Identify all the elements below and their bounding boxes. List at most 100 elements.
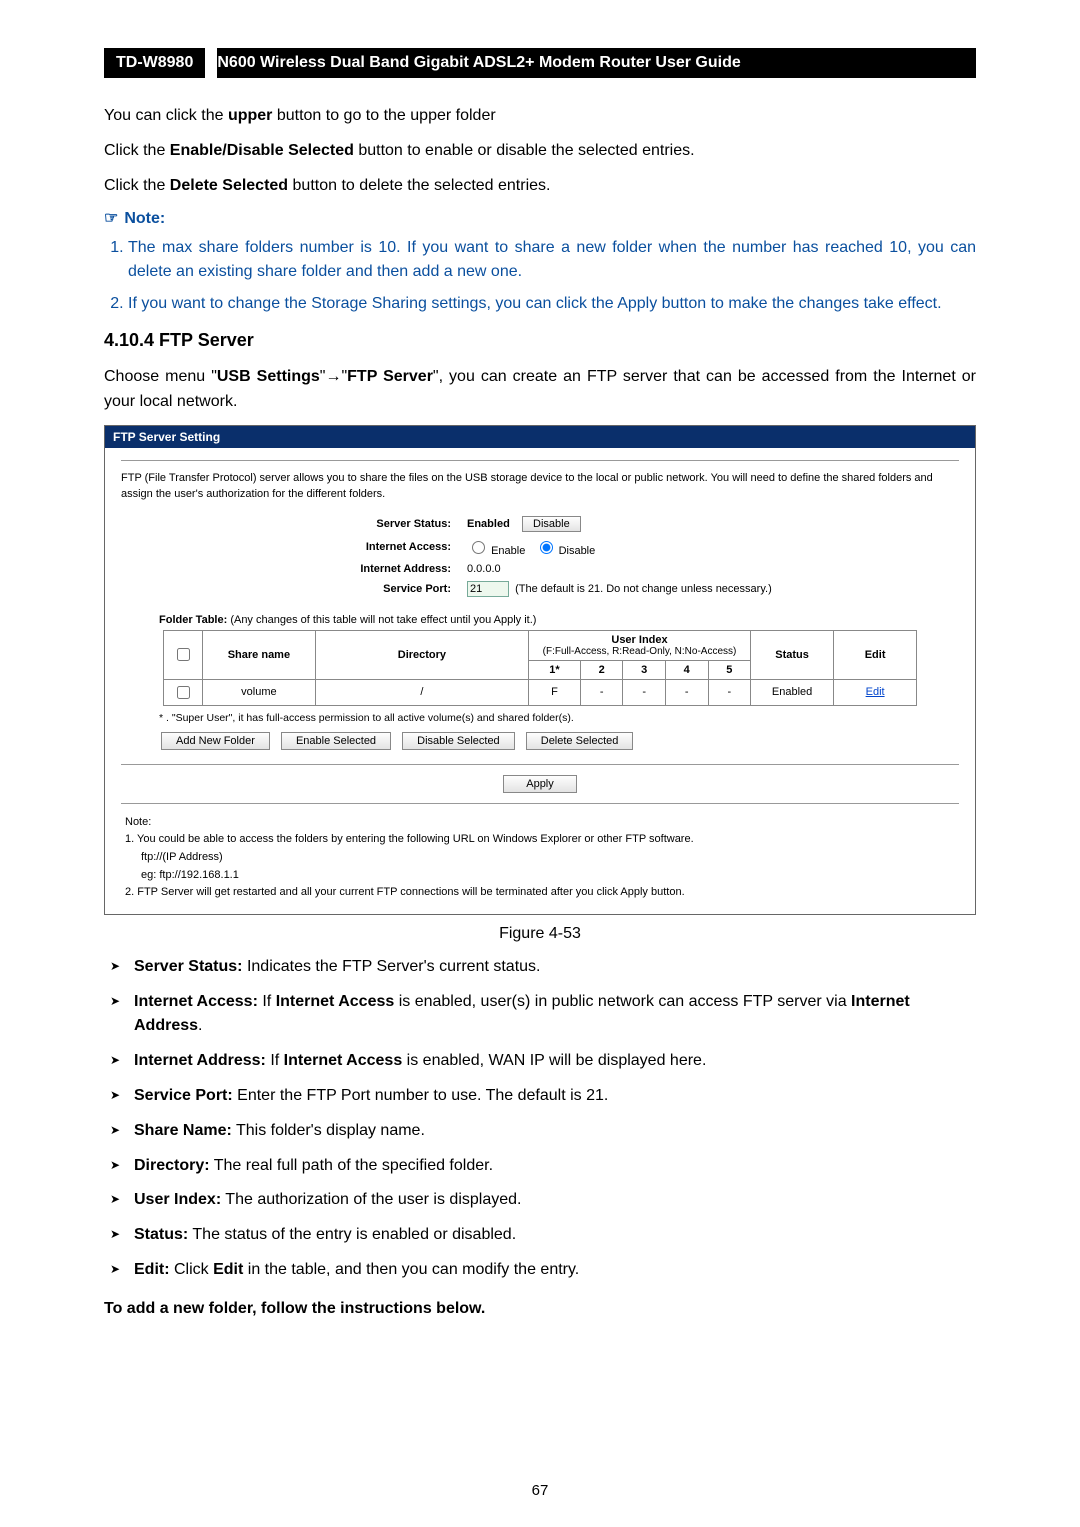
col-3: 3 — [623, 660, 666, 679]
bold-text: Status: — [134, 1226, 188, 1243]
user4-cell: - — [665, 679, 708, 705]
text: If — [258, 993, 276, 1010]
text: Indicates the FTP Server's current statu… — [243, 958, 541, 975]
folder-table-title: Folder Table: (Any changes of this table… — [159, 614, 959, 626]
text: Enable — [491, 545, 525, 557]
user2-cell: - — [580, 679, 623, 705]
bold-text: Delete Selected — [170, 177, 288, 194]
bullet-server-status: Server Status: Indicates the FTP Server'… — [134, 955, 976, 980]
enable-radio-label[interactable]: Enable — [467, 545, 525, 557]
note-1a: ftp://(IP Address) — [141, 849, 959, 867]
note-list: The max share folders number is 10. If y… — [104, 236, 976, 316]
note-1b: eg: ftp://192.168.1.1 — [141, 867, 959, 885]
note-1: 1. You could be able to access the folde… — [125, 831, 959, 849]
ftp-settings-panel: FTP Server Setting FTP (File Transfer Pr… — [104, 425, 976, 915]
user1-cell: F — [528, 679, 580, 705]
note-item-2: If you want to change the Storage Sharin… — [128, 292, 976, 316]
share-header: Share name — [202, 630, 315, 679]
text: User Index — [535, 634, 744, 646]
bold-text: Edit: — [134, 1261, 170, 1278]
text: Click the — [104, 142, 170, 159]
section-paragraph: Choose menu "USB Settings"→"FTP Server",… — [104, 365, 976, 415]
pointing-hand-icon: ☞ — [104, 210, 118, 227]
notes-heading: Note: — [125, 814, 959, 832]
add-new-folder-button[interactable]: Add New Folder — [161, 732, 270, 750]
text: in the table, and then you can modify th… — [243, 1261, 579, 1278]
row-checkbox[interactable] — [177, 686, 190, 699]
enable-radio[interactable] — [472, 541, 485, 554]
figure-caption: Figure 4-53 — [104, 925, 976, 943]
service-port-label: Service Port: — [341, 578, 459, 600]
text: The status of the entry is enabled or di… — [188, 1226, 516, 1243]
delete-selected-button[interactable]: Delete Selected — [526, 732, 634, 750]
bullet-user-index: User Index: The authorization of the use… — [134, 1188, 976, 1213]
col-1: 1* — [528, 660, 580, 679]
bold-text: Directory: — [134, 1157, 210, 1174]
text: is enabled, WAN IP will be displayed her… — [402, 1052, 706, 1069]
text: "→" — [320, 368, 347, 385]
internet-address-label: Internet Address: — [341, 560, 459, 578]
bold-text: FTP Server — [347, 368, 433, 385]
col-4: 4 — [665, 660, 708, 679]
table-row: volume / F - - - - Enabled Edit — [163, 679, 916, 705]
status-header: Status — [751, 630, 834, 679]
user3-cell: - — [623, 679, 666, 705]
status-cell: Enabled — [751, 679, 834, 705]
bullet-internet-access: Internet Access: If Internet Access is e… — [134, 990, 976, 1040]
bold-text: Enable/Disable Selected — [170, 142, 354, 159]
bold-text: Internet Access: — [134, 993, 258, 1010]
text: (Any changes of this table will not take… — [230, 614, 536, 626]
apply-button[interactable]: Apply — [503, 775, 577, 793]
edit-link[interactable]: Edit — [866, 686, 885, 698]
text: button to go to the upper folder — [272, 107, 495, 124]
disable-button[interactable]: Disable — [522, 516, 581, 532]
bullet-edit: Edit: Click Edit in the table, and then … — [134, 1258, 976, 1283]
bullet-internet-address: Internet Address: If Internet Access is … — [134, 1049, 976, 1074]
col-2: 2 — [580, 660, 623, 679]
service-port-input[interactable] — [467, 581, 509, 597]
bold-text: Internet Address: — [134, 1052, 266, 1069]
server-status-value: Enabled — [467, 518, 510, 530]
text: button to delete the selected entries. — [288, 177, 550, 194]
internet-access-label: Internet Access: — [341, 535, 459, 560]
text: If — [266, 1052, 284, 1069]
paragraph-enable-disable: Click the Enable/Disable Selected button… — [104, 139, 976, 164]
disable-radio[interactable] — [540, 541, 553, 554]
bold-text: Server Status: — [134, 958, 243, 975]
text: Enter the FTP Port number to use. The de… — [233, 1087, 609, 1104]
bold-text: upper — [228, 107, 272, 124]
bold-text: Share Name: — [134, 1122, 232, 1139]
bullet-status: Status: The status of the entry is enabl… — [134, 1223, 976, 1248]
paragraph-upper: You can click the upper button to go to … — [104, 104, 976, 129]
super-user-note: * . "Super User", it has full-access per… — [159, 712, 959, 724]
bullet-directory: Directory: The real full path of the spe… — [134, 1154, 976, 1179]
disable-radio-label[interactable]: Disable — [535, 545, 596, 557]
bullet-list: Server Status: Indicates the FTP Server'… — [104, 955, 976, 1283]
user5-cell: - — [708, 679, 751, 705]
bold-text: Internet Access — [284, 1052, 403, 1069]
ftp-notes: Note: 1. You could be able to access the… — [125, 814, 959, 902]
note-label-text: Note: — [124, 210, 165, 227]
server-status-label: Server Status: — [341, 513, 459, 535]
header-title: N600 Wireless Dual Band Gigabit ADSL2+ M… — [217, 48, 976, 78]
bold-text: Folder Table: — [159, 614, 230, 626]
enable-selected-button[interactable]: Enable Selected — [281, 732, 391, 750]
disable-selected-button[interactable]: Disable Selected — [402, 732, 515, 750]
note-heading: ☞ Note: — [104, 208, 976, 228]
select-all-checkbox[interactable] — [177, 648, 190, 661]
bullet-service-port: Service Port: Enter the FTP Port number … — [134, 1084, 976, 1109]
bold-text: Edit — [213, 1261, 243, 1278]
note-item-1: The max share folders number is 10. If y… — [128, 236, 976, 284]
col-5: 5 — [708, 660, 751, 679]
text: The real full path of the specified fold… — [210, 1157, 493, 1174]
directory-cell: / — [315, 679, 528, 705]
text: This folder's display name. — [232, 1122, 425, 1139]
note-2: 2. FTP Server will get restarted and all… — [125, 884, 959, 902]
edit-header: Edit — [834, 630, 917, 679]
text: (F:Full-Access, R:Read-Only, N:No-Access… — [535, 646, 744, 657]
text: is enabled, user(s) in public network ca… — [394, 993, 851, 1010]
bullet-share-name: Share Name: This folder's display name. — [134, 1119, 976, 1144]
button-row: Add New Folder Enable Selected Disable S… — [161, 732, 959, 750]
bold-text: User Index: — [134, 1191, 221, 1208]
bold-text: USB Settings — [217, 368, 320, 385]
